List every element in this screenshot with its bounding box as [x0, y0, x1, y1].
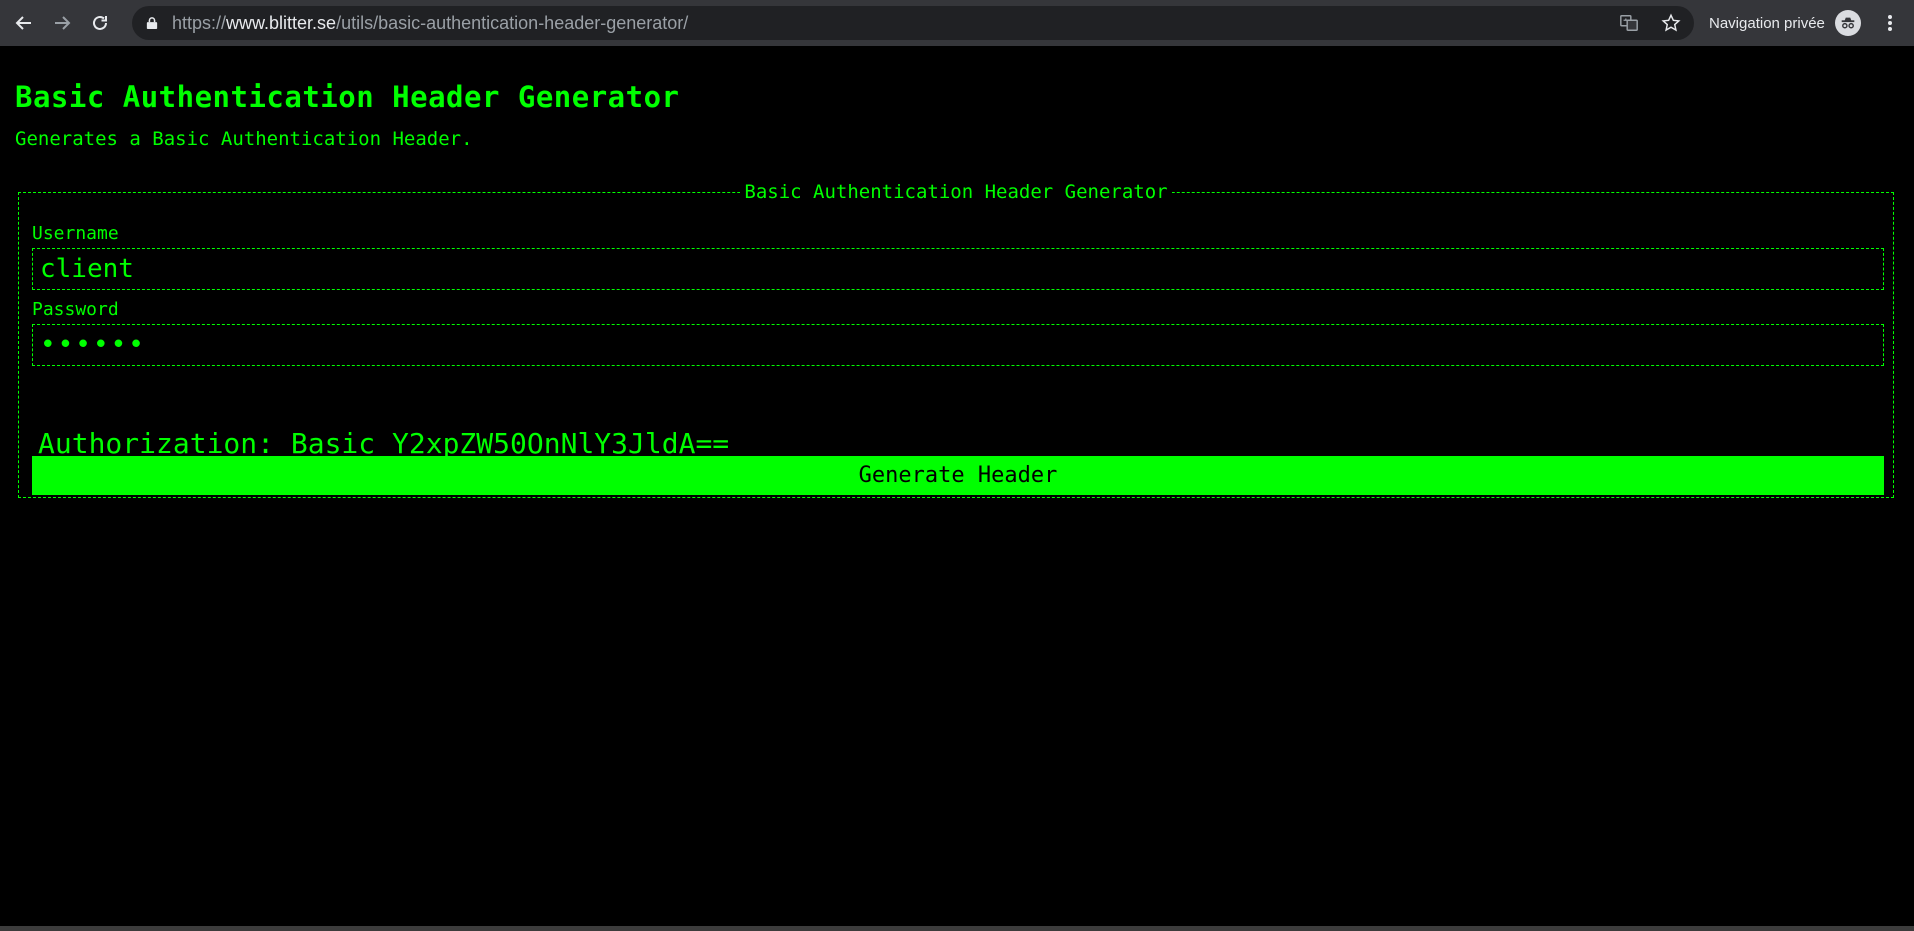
- window-bottom-edge: [0, 926, 1914, 931]
- browser-toolbar: https://www.blitter.se/utils/basic-authe…: [0, 0, 1914, 46]
- incognito-icon: [1834, 10, 1861, 36]
- translate-icon[interactable]: [1618, 12, 1640, 34]
- lock-icon: [146, 15, 160, 31]
- reload-icon: [93, 15, 107, 30]
- back-button[interactable]: [9, 8, 39, 38]
- page-content: Basic Authentication Header Generator Ge…: [0, 46, 1914, 926]
- arrow-left-icon: [15, 16, 31, 30]
- form-legend: Basic Authentication Header Generator: [744, 181, 1168, 203]
- private-label: Navigation privée: [1709, 14, 1825, 32]
- password-label: Password: [32, 299, 119, 320]
- forward-button[interactable]: [47, 8, 77, 38]
- star-icon[interactable]: [1660, 12, 1682, 34]
- url-path: /utils/basic-authentication-header-gener…: [336, 12, 689, 33]
- generate-header-button[interactable]: Generate Header: [32, 456, 1884, 495]
- page-subtitle: Generates a Basic Authentication Header.: [15, 128, 473, 150]
- reload-button[interactable]: [85, 8, 115, 38]
- url-scheme: https://: [172, 12, 227, 33]
- address-bar[interactable]: https://www.blitter.se/utils/basic-authe…: [132, 6, 1694, 40]
- generator-form: Basic Authentication Header Generator Us…: [18, 181, 1894, 498]
- username-input[interactable]: client: [32, 248, 1884, 290]
- menu-dots-icon[interactable]: [1880, 11, 1900, 35]
- url-host: www.blitter.se: [226, 12, 337, 33]
- page-title: Basic Authentication Header Generator: [15, 80, 680, 114]
- username-label: Username: [32, 223, 119, 244]
- arrow-right-icon: [55, 16, 71, 30]
- url-text: https://www.blitter.se/utils/basic-authe…: [172, 13, 688, 34]
- password-input[interactable]: ••••••: [32, 324, 1884, 366]
- private-browsing-indicator[interactable]: Navigation privée: [1709, 0, 1861, 46]
